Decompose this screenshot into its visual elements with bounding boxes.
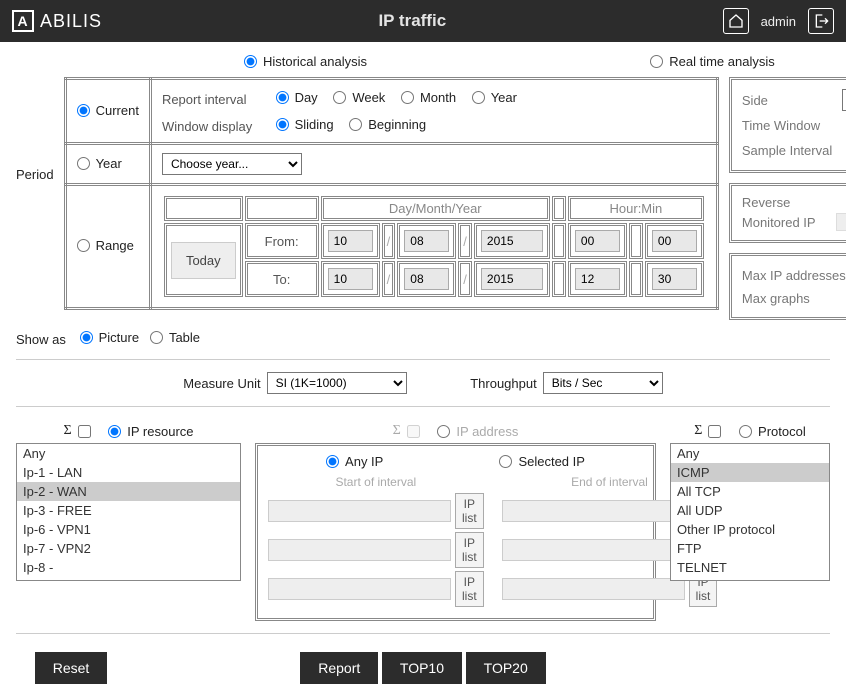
list-item[interactable]: Ip-2 - WAN [17,482,240,501]
list-item[interactable]: Ip-6 - VPN1 [17,520,240,539]
from-hour-input[interactable] [575,230,620,252]
to-month-input[interactable] [404,268,449,290]
period-year-radio[interactable]: Year [77,156,122,171]
logout-icon[interactable] [808,8,834,34]
year-select[interactable]: Choose year... [162,153,302,175]
ip-address-box: Any IP Selected IP Start of interval IP … [255,443,656,621]
measure-label: Measure Unit [183,376,260,391]
start-ip-input-1 [268,500,451,522]
showas-label: Show as [16,332,76,347]
list-item[interactable]: Other IP protocol [671,520,829,539]
to-min-input[interactable] [652,268,697,290]
report-interval-label: Report interval [162,92,266,107]
max-box: Max IP addresses Max graphs [729,253,846,320]
logo-icon: A [12,10,34,32]
list-item[interactable]: ICMP [671,463,829,482]
from-year-input[interactable] [481,230,543,252]
end-ip-input-3 [502,578,685,600]
list-item[interactable]: Ip-3 - FREE [17,501,240,520]
list-item[interactable]: Ip-1 - LAN [17,463,240,482]
iplist-button[interactable]: IP list [455,532,484,568]
end-ip-input-1 [502,500,685,522]
list-item[interactable]: Any [671,444,829,463]
from-min-input[interactable] [652,230,697,252]
brand-text: ABILIS [40,11,102,32]
today-button[interactable]: Today [171,242,236,279]
start-ip-input-2 [268,539,451,561]
mode-historical-radio[interactable]: Historical analysis [244,54,367,69]
list-item[interactable]: Ip-8 - [17,558,240,577]
iplist-button[interactable]: IP list [455,493,484,529]
from-day-input[interactable] [328,230,373,252]
sigma-proto-checkbox[interactable] [708,425,721,438]
list-item[interactable]: All TCP [671,482,829,501]
selectedip-radio[interactable]: Selected IP [499,454,585,469]
monitor-box: Reverse Monitored IP [729,183,846,243]
window-beginning-radio[interactable]: Beginning [349,117,426,132]
ip-resource-list[interactable]: AnyIp-1 - LANIp-2 - WANIp-3 - FREEIp-6 -… [16,443,241,581]
realtime-settings-box: Side Local Time Window 300 (sec) Sample … [729,77,846,173]
period-current-radio[interactable]: Current [77,103,139,118]
home-icon[interactable] [723,8,749,34]
interval-month-radio[interactable]: Month [401,90,456,105]
throughput-label: Throughput [470,376,537,391]
protocol-radio[interactable]: Protocol [739,424,806,439]
window-display-label: Window display [162,119,266,134]
to-year-input[interactable] [481,268,543,290]
dmy-header: Day/Month/Year [321,196,550,221]
monitored-ip-input [836,213,846,231]
sigma-ipaddr-checkbox [407,425,420,438]
measure-unit-select[interactable]: SI (1K=1000) [267,372,407,394]
list-item[interactable]: Any [17,444,240,463]
from-month-input[interactable] [404,230,449,252]
start-ip-input-3 [268,578,451,600]
ipres-radio[interactable]: IP resource [108,424,193,439]
end-ip-input-2 [502,539,685,561]
page-title: IP traffic [102,11,723,31]
mode-realtime-radio[interactable]: Real time analysis [650,54,775,69]
period-label: Period [16,77,54,182]
to-day-input[interactable] [328,268,373,290]
interval-day-radio[interactable]: Day [276,90,318,105]
list-item[interactable]: Ip-7 - VPN2 [17,539,240,558]
to-hour-input[interactable] [575,268,620,290]
period-box: Current Report interval Day Week Month Y… [64,77,719,310]
list-item[interactable]: SMTP [671,577,829,581]
protocol-list[interactable]: AnyICMPAll TCPAll UDPOther IP protocolFT… [670,443,830,581]
period-range-radio[interactable]: Range [77,238,134,253]
window-sliding-radio[interactable]: Sliding [276,117,334,132]
interval-week-radio[interactable]: Week [333,90,385,105]
showas-picture-radio[interactable]: Picture [80,330,139,345]
list-item[interactable]: Ip-11 - [17,577,240,581]
showas-table-radio[interactable]: Table [150,330,200,345]
side-select[interactable]: Local [842,89,846,111]
list-item[interactable]: All UDP [671,501,829,520]
brand-logo: A ABILIS [12,10,102,32]
interval-year-radio[interactable]: Year [472,90,517,105]
throughput-select[interactable]: Bits / Sec [543,372,663,394]
list-item[interactable]: FTP [671,539,829,558]
list-item[interactable]: TELNET [671,558,829,577]
anyip-radio[interactable]: Any IP [326,454,383,469]
ipaddr-radio[interactable]: IP address [437,424,518,439]
user-label: admin [761,14,796,29]
iplist-button[interactable]: IP list [455,571,484,607]
sigma-ipres-checkbox[interactable] [78,425,91,438]
hm-header: Hour:Min [568,196,704,221]
